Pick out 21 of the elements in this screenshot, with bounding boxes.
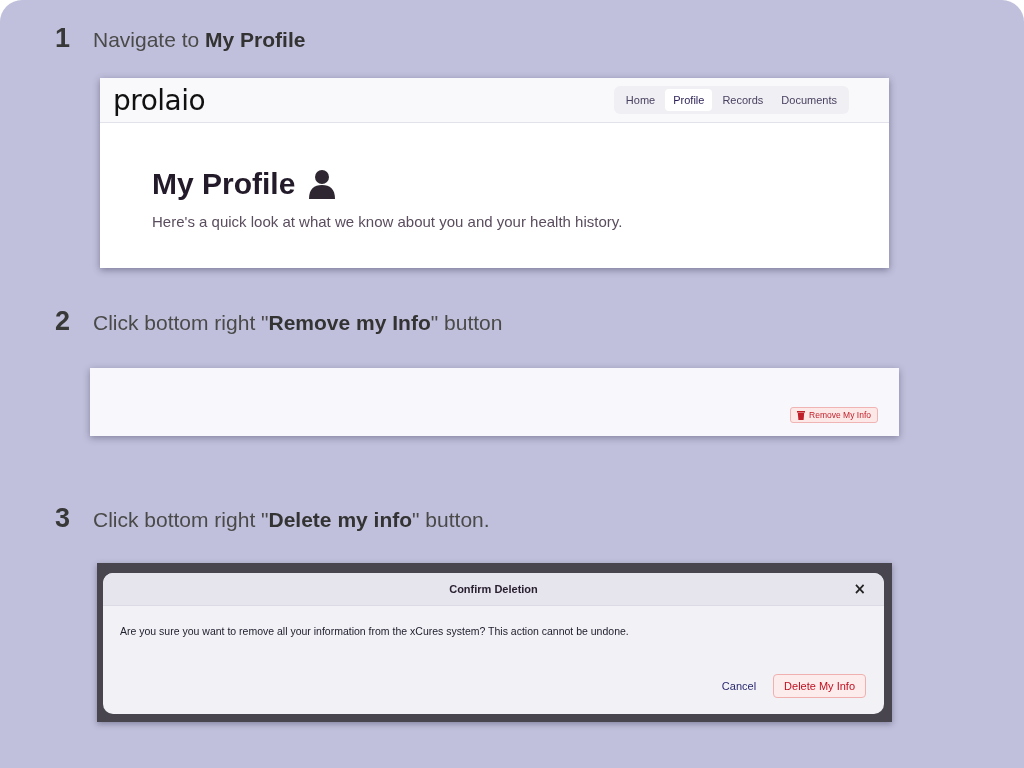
step-instruction: Navigate to My Profile (93, 28, 306, 52)
trash-icon (797, 410, 806, 420)
nav-tab[interactable]: Documents (773, 89, 845, 111)
nav-tab[interactable]: Profile (665, 89, 713, 111)
brand-logo: prolaio (113, 83, 206, 117)
person-icon (309, 169, 336, 199)
step-number: 3 (55, 503, 72, 534)
step-number: 2 (55, 306, 72, 337)
remove-button[interactable]: Remove My Info (790, 407, 878, 423)
close-button[interactable]: × (849, 580, 870, 598)
delete-button[interactable]: Delete My Info (773, 674, 866, 698)
page-title: My Profile (152, 167, 296, 201)
page-subtitle: Here's a quick look at what we know about you and your health history. (152, 213, 624, 230)
step-number: 1 (55, 23, 72, 54)
cancel-button[interactable]: Cancel (720, 674, 758, 698)
dialog-title: Confirm Deletion (449, 583, 538, 595)
step-instruction: Click bottom right "Remove my Info" button (93, 311, 503, 335)
dialog-message: Are you sure you want to remove all your information from the xCures system? This action cannot be undone. (120, 625, 630, 637)
step-instruction: Click bottom right "Delete my info" button. (93, 508, 490, 532)
nav-tab[interactable]: Home (617, 89, 664, 111)
nav-tab[interactable]: Records (714, 89, 772, 111)
